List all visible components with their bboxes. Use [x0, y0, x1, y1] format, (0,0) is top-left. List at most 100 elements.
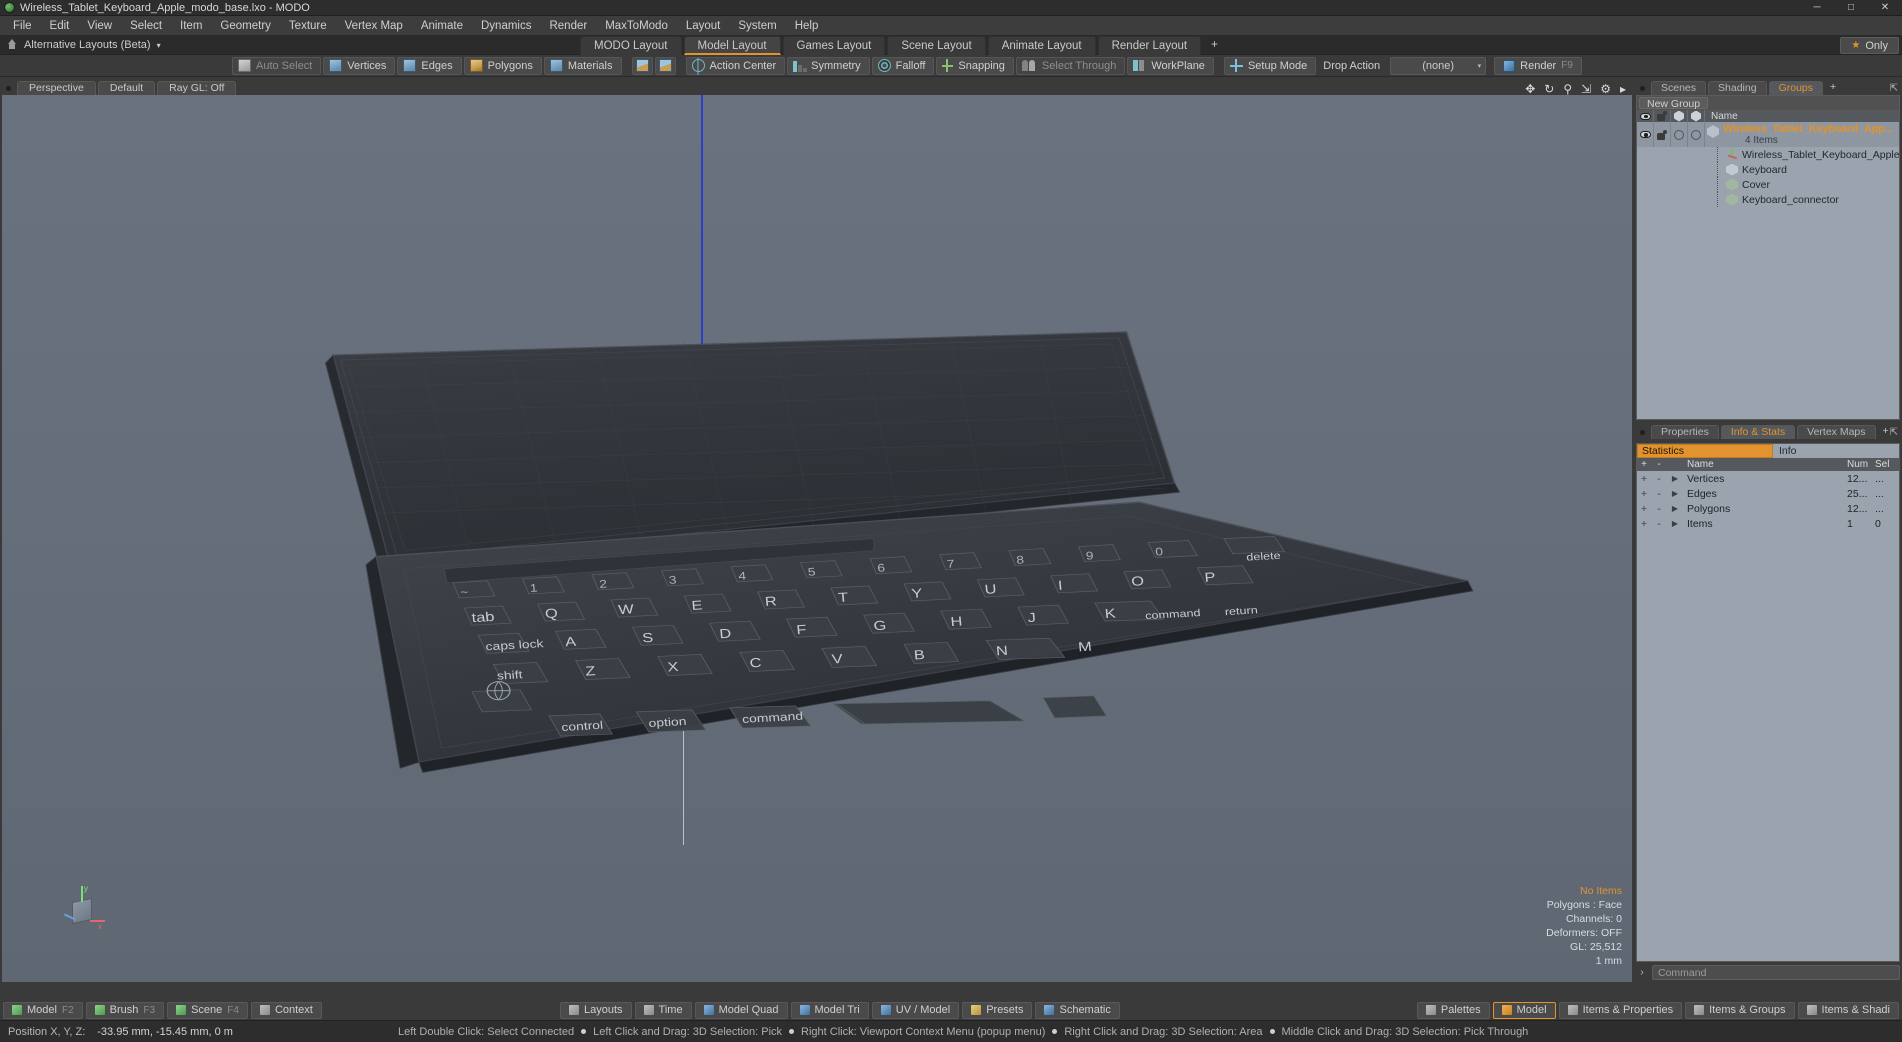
stats-expand-icon[interactable]: ▶	[1667, 519, 1683, 528]
zoom-icon[interactable]: ⚲	[1563, 83, 1572, 95]
viewport-menu-dot-icon[interactable]	[6, 86, 11, 91]
mode-button-context[interactable]: Context	[250, 1001, 322, 1019]
tab-model-layout[interactable]: Model Layout	[683, 36, 781, 55]
polygons-button[interactable]: Polygons	[463, 56, 542, 75]
setup-mode-button[interactable]: Setup Mode	[1223, 56, 1317, 75]
model-palette-button[interactable]: Model	[1492, 1001, 1556, 1019]
falloff-button[interactable]: Falloff	[871, 56, 935, 75]
group-child-row-3[interactable]: Keyboard_connector	[1637, 192, 1899, 207]
group-child-row-2[interactable]: Cover	[1637, 177, 1899, 192]
tab-vertex-maps[interactable]: Vertex Maps	[1797, 425, 1876, 439]
menu-item-vertex-map[interactable]: Vertex Map	[336, 16, 412, 36]
time-button[interactable]: Time	[634, 1001, 692, 1019]
schematic-button[interactable]: Schematic	[1035, 1001, 1120, 1019]
maximize-button[interactable]: □	[1834, 0, 1868, 16]
column-header-lock[interactable]	[1654, 110, 1671, 122]
select-through-button[interactable]: Select Through	[1015, 56, 1126, 75]
selection-mode-toggle-a[interactable]	[631, 56, 653, 75]
menu-item-layout[interactable]: Layout	[677, 16, 730, 36]
stats-expand-icon[interactable]: ▶	[1667, 504, 1683, 513]
presets-button[interactable]: Presets	[962, 1001, 1033, 1019]
new-group-button[interactable]: New Group	[1639, 97, 1709, 110]
stats-remove-button[interactable]: -	[1651, 503, 1667, 515]
minimize-button[interactable]: ─	[1800, 0, 1834, 16]
edges-button[interactable]: Edges	[397, 56, 462, 75]
groups-panel-menu-dot-icon[interactable]	[1640, 86, 1645, 91]
root-render-toggle[interactable]	[1671, 122, 1688, 147]
stats-add-button[interactable]: +	[1637, 488, 1651, 500]
menu-item-file[interactable]: File	[4, 16, 41, 36]
layouts-button[interactable]: Layouts	[560, 1001, 632, 1019]
vertices-button[interactable]: Vertices	[323, 56, 396, 75]
mode-button-scene[interactable]: Scene F4	[167, 1001, 248, 1019]
tab-groups[interactable]: Groups	[1768, 81, 1824, 95]
column-header-visibility[interactable]	[1637, 110, 1654, 122]
model-tri-button[interactable]: Model Tri	[790, 1001, 869, 1019]
menu-item-maxtomodo[interactable]: MaxToModo	[596, 16, 677, 36]
stats-add-button[interactable]: +	[1637, 503, 1651, 515]
expand-icon[interactable]: ⇱	[1890, 83, 1898, 94]
close-button[interactable]: ✕	[1868, 0, 1902, 16]
menu-item-texture[interactable]: Texture	[280, 16, 336, 36]
viewport-tab-default[interactable]: Default	[97, 81, 156, 95]
symmetry-button[interactable]: Symmetry	[787, 56, 870, 75]
menu-item-geometry[interactable]: Geometry	[211, 16, 280, 36]
pin-icon[interactable]	[6, 39, 18, 51]
menu-item-dynamics[interactable]: Dynamics	[472, 16, 540, 36]
render-button[interactable]: Render F9	[1494, 56, 1582, 75]
stats-row-edges[interactable]: + - ▶ Edges 25... ...	[1637, 486, 1899, 501]
workplane-button[interactable]: WorkPlane	[1127, 56, 1214, 75]
auto-select-button[interactable]: Auto Select	[232, 56, 322, 75]
viewport-tab-perspective[interactable]: Perspective	[17, 81, 96, 95]
menu-item-edit[interactable]: Edit	[41, 16, 79, 36]
uv-model-button[interactable]: UV / Model	[871, 1001, 960, 1019]
stats-remove-button[interactable]: -	[1651, 473, 1667, 485]
stats-add-button[interactable]: +	[1637, 518, 1651, 530]
command-arrow-icon[interactable]: ›	[1636, 967, 1648, 978]
add-layout-tab-button[interactable]: +	[1203, 36, 1226, 55]
tab-games-layout[interactable]: Games Layout	[782, 36, 886, 55]
model-quad-button[interactable]: Model Quad	[694, 1001, 788, 1019]
expand-icon[interactable]: ⇱	[1890, 427, 1898, 438]
snapping-button[interactable]: Snapping	[936, 56, 1014, 75]
menu-item-select[interactable]: Select	[121, 16, 171, 36]
tab-scene-layout[interactable]: Scene Layout	[887, 36, 986, 55]
root-lock-toggle[interactable]	[1654, 122, 1671, 147]
add-panel-tab-button[interactable]: +	[1825, 81, 1841, 95]
menu-item-item[interactable]: Item	[171, 16, 211, 36]
column-header-shade[interactable]	[1688, 110, 1705, 122]
stats-row-items[interactable]: + - ▶ Items 1 0	[1637, 516, 1899, 531]
column-header-render[interactable]	[1671, 110, 1688, 122]
menu-item-system[interactable]: System	[729, 16, 785, 36]
alternative-layouts-group[interactable]: Alternative Layouts (Beta) ▾	[0, 36, 161, 55]
viewport-tab-raygl[interactable]: Ray GL: Off	[157, 81, 237, 95]
gear-icon[interactable]: ⚙	[1600, 83, 1611, 95]
stats-row-polygons[interactable]: + - ▶ Polygons 12... ...	[1637, 501, 1899, 516]
group-child-row-0[interactable]: Wireless_Tablet_Keyboard_Apple	[1637, 147, 1899, 162]
tab-info-stats[interactable]: Info & Stats	[1720, 425, 1796, 439]
fit-icon[interactable]: ⇲	[1581, 83, 1591, 95]
command-input[interactable]: Command	[1652, 965, 1900, 980]
root-shade-toggle[interactable]	[1688, 122, 1705, 147]
tab-properties[interactable]: Properties	[1651, 425, 1719, 439]
chevron-down-icon[interactable]: ▾	[157, 41, 161, 50]
tab-shading[interactable]: Shading	[1708, 81, 1767, 95]
move-icon[interactable]: ✥	[1525, 83, 1535, 95]
arrow-right-icon[interactable]: ▸	[1620, 83, 1626, 95]
stats-filter-info[interactable]: Info	[1773, 444, 1899, 458]
stats-expand-icon[interactable]: ▶	[1667, 489, 1683, 498]
tab-render-layout[interactable]: Render Layout	[1097, 36, 1202, 55]
action-center-button[interactable]: Action Center	[685, 56, 786, 75]
stats-expand-icon[interactable]: ▶	[1667, 474, 1683, 483]
root-visibility-toggle[interactable]	[1637, 122, 1654, 147]
rotate-icon[interactable]: ↻	[1544, 83, 1554, 95]
palettes-button[interactable]: Palettes	[1416, 1001, 1490, 1019]
group-child-row-1[interactable]: Keyboard	[1637, 162, 1899, 177]
tab-animate-layout[interactable]: Animate Layout	[987, 36, 1096, 55]
stats-remove-button[interactable]: -	[1651, 488, 1667, 500]
group-row-root[interactable]: Wireless_Tablet_Keyboard_App... 4 Items	[1637, 122, 1899, 147]
menu-item-animate[interactable]: Animate	[412, 16, 472, 36]
items-properties-button[interactable]: Items & Properties	[1558, 1001, 1683, 1019]
tab-scenes[interactable]: Scenes	[1651, 81, 1707, 95]
tab-modo-layout[interactable]: MODO Layout	[580, 36, 682, 55]
